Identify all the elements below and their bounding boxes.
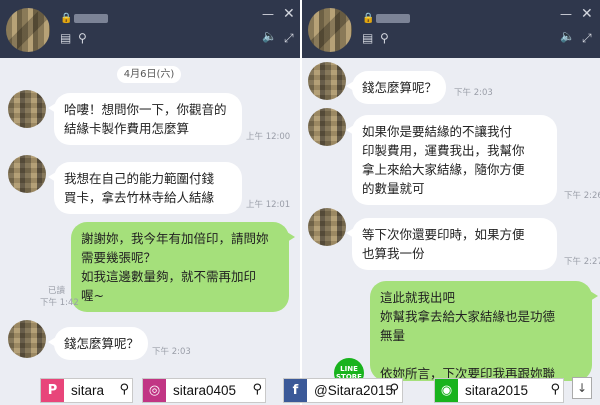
message-line: 喔~ — [81, 288, 104, 303]
chat-header: 🔒 ▤ ⚲ — 🔈 ✕ ⤢ — [0, 0, 300, 58]
sound-icon[interactable]: 🔈 — [262, 30, 277, 42]
search-icon[interactable]: ⚲ — [380, 32, 389, 44]
line-search-box[interactable]: ◉ sitara2015 ⚲ — [434, 378, 564, 403]
line-logo-icon: ◉ — [435, 379, 458, 402]
search-icon[interactable]: ⚲ — [78, 32, 87, 44]
message-time: 下午 2:26 — [564, 191, 600, 201]
facebook-handle: @Sitara2015 — [314, 383, 394, 398]
message-time: 上午 12:01 — [246, 200, 291, 210]
message-line: 需要幾張呢？ — [81, 250, 157, 265]
sender-avatar[interactable] — [8, 320, 46, 358]
search-icon[interactable]: ⚲ — [550, 382, 560, 398]
read-receipt: 已讀 — [48, 286, 66, 296]
message-time: 上午 12:00 — [246, 132, 291, 142]
message-line: 妳幫我拿去給大家結緣也是功德 — [380, 309, 556, 324]
sender-avatar[interactable] — [8, 155, 46, 193]
message-time: 下午 2:03 — [454, 88, 493, 98]
search-icon[interactable]: ⚲ — [252, 382, 262, 398]
sender-avatar[interactable] — [308, 208, 346, 246]
date-separator: 4月6日(六) — [117, 66, 181, 83]
sender-avatar[interactable] — [308, 62, 346, 100]
message-line: 的數量就可 — [362, 181, 425, 196]
message-bubble-incoming: 等下次你還要印時，如果方便 也算我一份 — [346, 218, 557, 270]
message-line: 謝謝妳，我今年有加倍印，請問妳 — [81, 231, 269, 246]
message-line: 也算我一份 — [362, 246, 425, 261]
chat-window-right: 🔒 ▤ ⚲ — 🔈 ✕ ⤢ 錢怎麼算呢？ 下午 2:03 如果你是要結緣的不讓我… — [302, 0, 600, 405]
pixnet-logo-icon: P — [41, 379, 64, 402]
note-icon[interactable]: ▤ — [362, 32, 373, 44]
message-bubble-outgoing: 這此就我出吧 妳幫我拿去給大家結緣也是功德 無量 依妳所言，下次要印我再跟妳聯 — [370, 281, 598, 381]
note-icon[interactable]: ▤ — [60, 32, 71, 44]
message-bubble-outgoing: 謝謝妳，我今年有加倍印，請問妳 需要幾張呢？ 如我這邊數量夠，就不需再加印 喔~ — [71, 222, 295, 312]
social-footer-bar: P sitara ⚲ ◎ sitara0405 ⚲ f @Sitara2015 … — [0, 374, 600, 405]
message-line: 哈嘍！想問你一下，你觀音的 — [64, 102, 227, 117]
scroll-down-button[interactable]: ↓ — [572, 377, 592, 399]
pixnet-search-box[interactable]: P sitara ⚲ — [40, 378, 133, 403]
facebook-search-box[interactable]: f @Sitara2015 ⚲ — [283, 378, 403, 403]
message-line: 買卡，拿去竹林寺給人結緣 — [64, 190, 215, 205]
chat-header: 🔒 ▤ ⚲ — 🔈 ✕ ⤢ — [302, 0, 600, 58]
message-line: 結緣卡製作費用怎麼算 — [64, 121, 190, 136]
line-handle: sitara2015 — [465, 383, 529, 398]
message-line: 如果你是要結緣的不讓我付 — [362, 124, 513, 139]
message-line: 這此就我出吧 — [380, 290, 456, 305]
instagram-handle: sitara0405 — [173, 383, 237, 398]
message-bubble-incoming: 錢怎麼算呢？ — [346, 71, 446, 104]
chat-window-left: 🔒 ▤ ⚲ — 🔈 ✕ ⤢ 4月6日(六) 哈嘍！想問你一下，你觀音的 結緣卡製… — [0, 0, 300, 405]
contact-name-redacted — [376, 14, 410, 23]
facebook-logo-icon: f — [284, 379, 307, 402]
message-bubble-incoming: 錢怎麼算呢？ — [48, 327, 148, 360]
message-line: 印製費用，運費我出，我幫你 — [362, 143, 525, 158]
message-line: 等下次你還要印時，如果方便 — [362, 227, 525, 242]
message-line: 如我這邊數量夠，就不需再加印 — [81, 269, 257, 284]
maximize-icon[interactable]: ⤢ — [582, 32, 592, 44]
minimize-icon[interactable]: — — [262, 8, 274, 20]
contact-avatar[interactable] — [6, 8, 50, 52]
message-bubble-incoming: 哈嘍！想問你一下，你觀音的 結緣卡製作費用怎麼算 — [48, 93, 242, 145]
message-bubble-incoming: 我想在自己的能力範圍付錢 買卡，拿去竹林寺給人結緣 — [48, 162, 242, 214]
search-icon[interactable]: ⚲ — [119, 382, 129, 398]
sender-avatar[interactable] — [8, 90, 46, 128]
chat-screenshot: 🔒 ▤ ⚲ — 🔈 ✕ ⤢ 4月6日(六) 哈嘍！想問你一下，你觀音的 結緣卡製… — [0, 0, 600, 405]
message-line: 拿上來給大家結緣，隨你方便 — [362, 162, 525, 177]
minimize-icon[interactable]: — — [560, 8, 572, 20]
message-bubble-incoming: 如果你是要結緣的不讓我付 印製費用，運費我出，我幫你 拿上來給大家結緣，隨你方便… — [346, 115, 557, 205]
message-line: 無量 — [380, 328, 406, 343]
contact-name-redacted — [74, 14, 108, 23]
message-line: 錢怎麼算呢？ — [64, 336, 140, 351]
pixnet-handle: sitara — [71, 383, 105, 398]
lock-icon: 🔒 — [362, 13, 375, 24]
search-icon[interactable]: ⚲ — [389, 382, 399, 398]
instagram-search-box[interactable]: ◎ sitara0405 ⚲ — [142, 378, 266, 403]
close-icon[interactable]: ✕ — [283, 7, 295, 21]
message-time: 下午 2:03 — [152, 347, 191, 357]
instagram-logo-icon: ◎ — [143, 379, 166, 402]
lock-icon: 🔒 — [60, 13, 73, 24]
message-line — [380, 345, 582, 364]
sender-avatar[interactable] — [308, 108, 346, 146]
message-time: 下午 2:27 — [564, 257, 600, 267]
message-time: 下午 1:42 — [40, 298, 79, 308]
sound-icon[interactable]: 🔈 — [560, 30, 575, 42]
maximize-icon[interactable]: ⤢ — [284, 32, 294, 44]
close-icon[interactable]: ✕ — [581, 7, 593, 21]
message-line: 錢怎麼算呢？ — [362, 80, 438, 95]
message-line: 我想在自己的能力範圍付錢 — [64, 171, 215, 186]
contact-avatar[interactable] — [308, 8, 352, 52]
